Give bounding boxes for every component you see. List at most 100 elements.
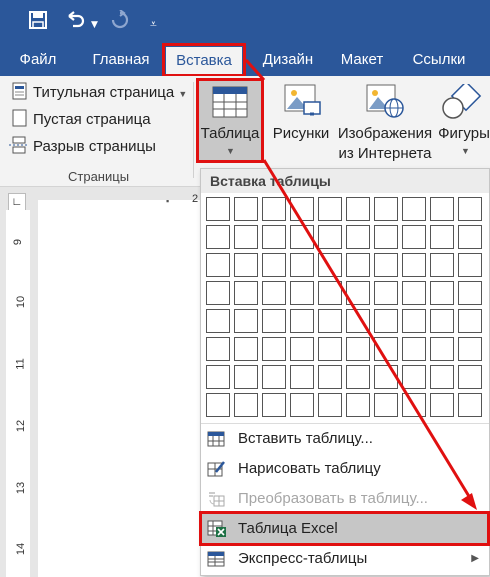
- table-grid-cell[interactable]: [430, 197, 454, 221]
- table-grid-cell[interactable]: [262, 365, 286, 389]
- table-grid-cell[interactable]: [234, 197, 258, 221]
- table-grid-cell[interactable]: [458, 225, 482, 249]
- table-grid-cell[interactable]: [234, 253, 258, 277]
- table-grid-cell[interactable]: [290, 309, 314, 333]
- table-grid-cell[interactable]: [290, 365, 314, 389]
- table-grid-cell[interactable]: [318, 197, 342, 221]
- table-grid-cell[interactable]: [374, 281, 398, 305]
- table-grid-cell[interactable]: [262, 197, 286, 221]
- table-grid-cell[interactable]: [374, 337, 398, 361]
- tab-references[interactable]: Ссылки: [406, 44, 472, 76]
- table-grid-cell[interactable]: [206, 225, 230, 249]
- table-grid-cell[interactable]: [430, 365, 454, 389]
- table-grid-cell[interactable]: [458, 365, 482, 389]
- convert-to-table-item[interactable]: Преобразовать в таблицу...: [201, 484, 489, 514]
- table-grid-cell[interactable]: [374, 365, 398, 389]
- table-grid-cell[interactable]: [458, 281, 482, 305]
- shapes-button[interactable]: Фигуры: [436, 124, 490, 144]
- tab-design[interactable]: Дизайн: [258, 44, 318, 76]
- table-grid-cell[interactable]: [402, 393, 426, 417]
- table-grid-cell[interactable]: [318, 337, 342, 361]
- table-grid-cell[interactable]: [346, 281, 370, 305]
- table-grid-cell[interactable]: [346, 197, 370, 221]
- table-grid-cell[interactable]: [430, 253, 454, 277]
- table-grid-cell[interactable]: [430, 309, 454, 333]
- table-grid-cell[interactable]: [430, 225, 454, 249]
- page-break-button[interactable]: Разрыв страницы: [33, 138, 156, 155]
- table-grid-cell[interactable]: [402, 309, 426, 333]
- table-grid-cell[interactable]: [234, 281, 258, 305]
- tab-layout[interactable]: Макет: [334, 44, 390, 76]
- undo-dropdown-icon[interactable]: ▼: [91, 14, 98, 36]
- table-grid-cell[interactable]: [262, 337, 286, 361]
- table-grid-cell[interactable]: [374, 309, 398, 333]
- table-grid-cell[interactable]: [206, 337, 230, 361]
- draw-table-item[interactable]: Нарисовать таблицу: [201, 454, 489, 484]
- table-grid-cell[interactable]: [374, 253, 398, 277]
- undo-icon[interactable]: [64, 10, 86, 36]
- table-grid-cell[interactable]: [262, 281, 286, 305]
- table-grid-cell[interactable]: [430, 393, 454, 417]
- table-grid-cell[interactable]: [206, 281, 230, 305]
- table-grid-cell[interactable]: [290, 253, 314, 277]
- table-grid-cell[interactable]: [234, 225, 258, 249]
- table-grid-cell[interactable]: [262, 253, 286, 277]
- table-grid-cell[interactable]: [346, 309, 370, 333]
- table-grid-cell[interactable]: [318, 393, 342, 417]
- table-grid-cell[interactable]: [290, 225, 314, 249]
- table-grid-cell[interactable]: [290, 281, 314, 305]
- table-grid-cell[interactable]: [346, 225, 370, 249]
- table-grid-cell[interactable]: [374, 225, 398, 249]
- table-grid-cell[interactable]: [206, 309, 230, 333]
- table-grid-cell[interactable]: [234, 337, 258, 361]
- insert-table-item[interactable]: Вставить таблицу...: [201, 424, 489, 454]
- table-grid-cell[interactable]: [290, 197, 314, 221]
- tab-home[interactable]: Главная: [84, 44, 158, 76]
- table-grid-cell[interactable]: [290, 393, 314, 417]
- table-grid-cell[interactable]: [262, 309, 286, 333]
- table-grid-cell[interactable]: [318, 253, 342, 277]
- table-grid-cell[interactable]: [346, 365, 370, 389]
- save-icon[interactable]: [28, 10, 48, 36]
- table-grid-cell[interactable]: [262, 393, 286, 417]
- table-grid-cell[interactable]: [346, 253, 370, 277]
- title-page-button[interactable]: Титульная страница ▼: [33, 84, 187, 101]
- table-grid-cell[interactable]: [290, 337, 314, 361]
- table-grid-cell[interactable]: [346, 393, 370, 417]
- table-grid-cell[interactable]: [402, 365, 426, 389]
- pictures-button[interactable]: Рисунки: [268, 124, 334, 144]
- table-grid-cell[interactable]: [402, 281, 426, 305]
- table-grid-cell[interactable]: [234, 309, 258, 333]
- table-grid-cell[interactable]: [206, 365, 230, 389]
- customize-toolbar-icon[interactable]: ⩡: [150, 13, 157, 35]
- table-grid-cell[interactable]: [206, 253, 230, 277]
- table-grid-cell[interactable]: [262, 225, 286, 249]
- table-grid-cell[interactable]: [346, 337, 370, 361]
- quick-tables-item[interactable]: Экспресс-таблицы ▶: [201, 544, 489, 574]
- table-grid-cell[interactable]: [318, 365, 342, 389]
- table-grid-cell[interactable]: [458, 393, 482, 417]
- table-grid-cell[interactable]: [318, 309, 342, 333]
- table-grid-cell[interactable]: [402, 337, 426, 361]
- blank-page-button[interactable]: Пустая страница: [33, 111, 151, 128]
- table-grid-cell[interactable]: [402, 225, 426, 249]
- online-pictures-button[interactable]: Изображения из Интернета: [334, 124, 436, 164]
- table-grid-cell[interactable]: [374, 197, 398, 221]
- table-grid-cell[interactable]: [234, 393, 258, 417]
- table-grid-cell[interactable]: [206, 197, 230, 221]
- table-grid-cell[interactable]: [458, 197, 482, 221]
- table-grid-cell[interactable]: [318, 225, 342, 249]
- table-grid-cell[interactable]: [458, 309, 482, 333]
- table-grid-cell[interactable]: [374, 393, 398, 417]
- table-grid-cell[interactable]: [206, 393, 230, 417]
- table-grid-cell[interactable]: [234, 365, 258, 389]
- table-grid-cell[interactable]: [402, 253, 426, 277]
- table-grid-cell[interactable]: [458, 253, 482, 277]
- tab-file[interactable]: Файл: [14, 44, 62, 76]
- table-grid-cell[interactable]: [458, 337, 482, 361]
- redo-icon[interactable]: [110, 9, 130, 36]
- table-grid-cell[interactable]: [318, 281, 342, 305]
- table-grid-cell[interactable]: [430, 281, 454, 305]
- table-grid-cell[interactable]: [402, 197, 426, 221]
- table-grid-cell[interactable]: [430, 337, 454, 361]
